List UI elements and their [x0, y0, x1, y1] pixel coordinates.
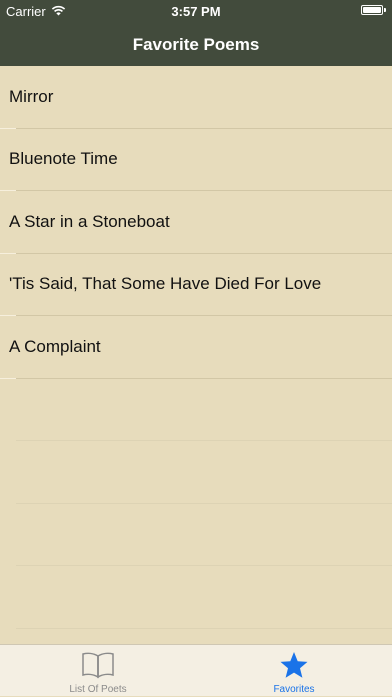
- status-right: [361, 5, 386, 15]
- poem-title: Bluenote Time: [9, 149, 118, 169]
- battery-tip: [384, 8, 386, 12]
- page-title: Favorite Poems: [132, 35, 260, 54]
- poem-row[interactable]: Bluenote Time: [0, 129, 392, 191]
- tab-favorites[interactable]: Favorites: [196, 645, 392, 697]
- poem-title: 'Tis Said, That Some Have Died For Love: [9, 274, 322, 294]
- empty-row: [16, 629, 392, 645]
- poem-row[interactable]: 'Tis Said, That Some Have Died For Love: [0, 254, 392, 316]
- star-icon: [279, 650, 309, 685]
- empty-row: [16, 379, 392, 441]
- poem-title: Mirror: [9, 86, 54, 106]
- status-time: 3:57 PM: [171, 4, 221, 19]
- tab-label: Favorites: [273, 684, 315, 695]
- navigation-bar: Favorite Poems: [0, 22, 392, 66]
- poem-title: A Complaint: [9, 336, 101, 356]
- poem-title: A Star in a Stoneboat: [9, 211, 170, 231]
- status-bar: Carrier 3:57 PM: [0, 0, 392, 22]
- empty-row: [16, 566, 392, 629]
- empty-row: [16, 441, 392, 504]
- tab-list-of-poets[interactable]: List Of Poets: [0, 645, 196, 697]
- book-icon: [81, 650, 115, 685]
- row-separator: [0, 377, 16, 379]
- poem-row[interactable]: A Star in a Stoneboat: [0, 191, 392, 254]
- poem-row[interactable]: A Complaint: [0, 316, 392, 379]
- favorite-poems-list[interactable]: Mirror Bluenote Time A Star in a Stonebo…: [0, 66, 392, 644]
- battery-icon: [361, 5, 383, 15]
- poem-row[interactable]: Mirror: [0, 66, 392, 129]
- tab-bar: List Of Poets Favorites: [0, 644, 392, 696]
- empty-row: [16, 504, 392, 566]
- tab-label: List Of Poets: [69, 684, 127, 695]
